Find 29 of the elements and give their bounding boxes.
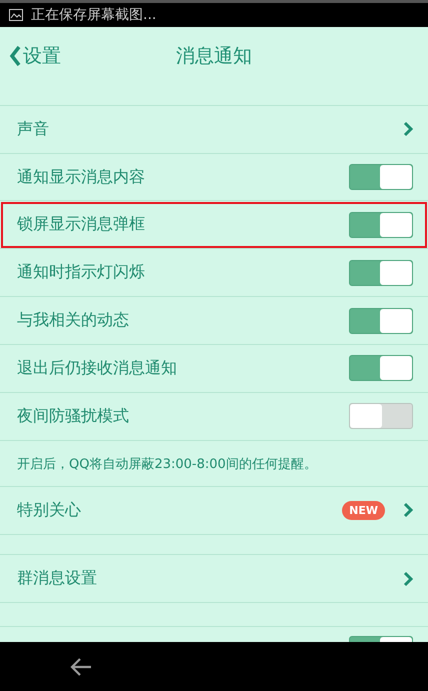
note-text: 开启后，QQ将自动屏蔽23:00-8:00间的任何提醒。 [17, 456, 317, 472]
row-label: 通知时指示灯闪烁 [17, 262, 146, 284]
row-label: 锁屏显示消息弹框 [17, 214, 146, 236]
toggle-switch[interactable] [349, 308, 413, 334]
row-label: 夜间防骚扰模式 [17, 406, 130, 427]
settings-row[interactable]: 特别关心 NEW [0, 486, 428, 535]
toggle-switch[interactable] [349, 355, 413, 382]
chevron-right-icon [403, 570, 413, 587]
chevron-right-icon [403, 121, 413, 138]
chevron-right-icon [403, 502, 413, 518]
image-icon [9, 8, 23, 21]
new-badge: NEW [342, 500, 385, 520]
toggle-switch[interactable] [349, 212, 413, 238]
back-link[interactable]: 设置 [0, 42, 61, 69]
row-label: 通知显示消息内容 [17, 166, 146, 188]
chevron-left-icon [9, 44, 21, 67]
row-label: 声音 [17, 118, 50, 140]
status-text: 正在保存屏幕截图... [31, 6, 156, 24]
toggle-switch[interactable] [349, 403, 413, 430]
settings-row[interactable]: 群消息设置 [0, 555, 428, 604]
toggle-switch[interactable] [349, 164, 413, 190]
page-title: 消息通知 [175, 44, 253, 69]
row-label: 与我相关的动态 [17, 310, 130, 332]
row-label: 退出后仍接收消息通知 [17, 358, 178, 379]
settings-row[interactable]: 声音 [0, 106, 428, 154]
back-arrow-icon[interactable] [69, 656, 93, 677]
row-label: 群消息设置 [17, 568, 98, 590]
toggle-switch[interactable] [349, 260, 413, 286]
row-label: 特别关心 [17, 500, 82, 521]
